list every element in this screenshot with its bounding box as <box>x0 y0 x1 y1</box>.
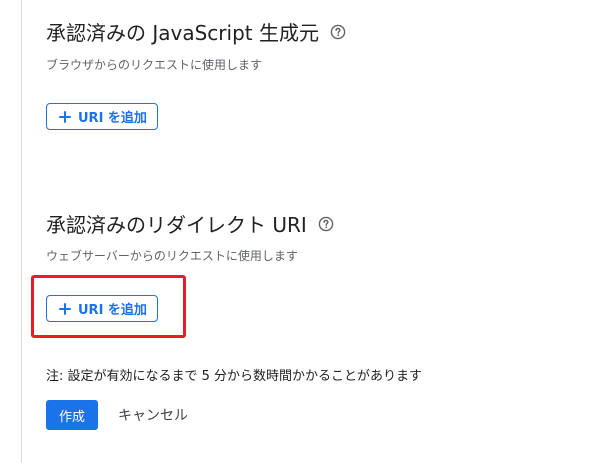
left-divider <box>21 0 22 463</box>
add-js-origin-uri-label: URI を追加 <box>78 111 147 126</box>
help-circle-icon[interactable] <box>330 24 346 40</box>
cancel-button[interactable]: キャンセル <box>112 400 194 430</box>
js-origins-heading: 承認済みの JavaScript 生成元 <box>46 17 346 46</box>
js-origins-title: 承認済みの JavaScript 生成元 <box>46 21 319 45</box>
redirect-uris-description: ウェブサーバーからのリクエストに使用します <box>46 249 298 263</box>
help-circle-icon[interactable] <box>318 216 334 232</box>
create-button[interactable]: 作成 <box>46 400 98 430</box>
plus-icon <box>59 302 71 315</box>
js-origins-description: ブラウザからのリクエストに使用します <box>46 58 263 72</box>
redirect-uris-title: 承認済みのリダイレクト URI <box>46 213 307 237</box>
plus-icon <box>59 110 71 123</box>
redirect-uris-heading: 承認済みのリダイレクト URI <box>46 209 334 238</box>
oauth-client-form: 承認済みの JavaScript 生成元 ブラウザからのリクエストに使用します … <box>0 0 603 463</box>
add-js-origin-uri-button[interactable]: URI を追加 <box>46 103 158 130</box>
add-redirect-uri-button[interactable]: URI を追加 <box>46 295 158 322</box>
propagation-note: 注: 設定が有効になるまで 5 分から数時間かかることがあります <box>46 369 423 384</box>
add-redirect-uri-label: URI を追加 <box>78 303 147 318</box>
